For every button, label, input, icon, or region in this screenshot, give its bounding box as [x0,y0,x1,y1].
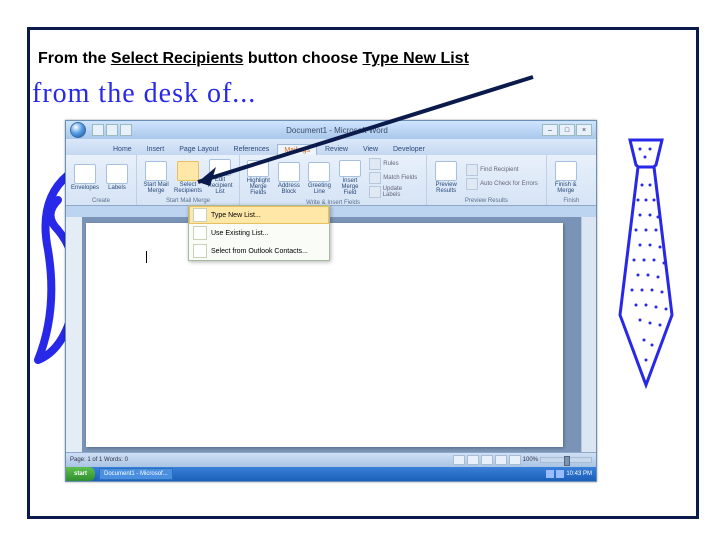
select-recipients-dropdown: Type New List... Use Existing List... Se… [188,205,330,261]
highlight-merge-fields-button[interactable]: Highlight Merge Fields [244,160,273,196]
qat-redo-icon[interactable] [120,124,132,136]
group-create-label: Create [70,197,132,204]
existing-list-icon [193,226,207,240]
tab-home[interactable]: Home [106,143,139,155]
rules-icon [369,158,381,170]
qat-undo-icon[interactable] [106,124,118,136]
greeting-line-button[interactable]: Greeting Line [305,160,334,196]
edit-recipient-list-button[interactable]: Edit Recipient List [205,159,235,195]
find-recipient-button[interactable]: Find Recipient [463,163,541,177]
qat-save-icon[interactable] [92,124,104,136]
envelopes-button[interactable]: Envelopes [70,159,100,195]
zoom-percent: 100% [523,457,538,463]
view-draft-icon[interactable] [509,455,521,465]
tray-icon[interactable] [556,470,564,478]
auto-check-errors-button[interactable]: Auto Check for Errors [463,177,541,191]
labels-icon [106,164,128,184]
group-finish-label: Finish [551,197,592,204]
group-start-label: Start Mail Merge [141,197,235,204]
mail-merge-icon [145,161,167,181]
maximize-button[interactable]: □ [559,124,575,136]
dropdown-type-new-list[interactable]: Type New List... [189,206,329,224]
outlook-icon [193,244,207,258]
tab-references[interactable]: References [227,143,277,155]
title-bar: Document1 - Microsoft Word – □ × [66,121,596,139]
view-full-screen-icon[interactable] [467,455,479,465]
ribbon: Envelopes Labels Create Start Mail Merge… [66,155,596,206]
window-title: Document1 - Microsoft Word [136,126,538,135]
update-icon [369,186,380,198]
ribbon-tabs: Home Insert Page Layout References Maili… [66,139,596,155]
tab-view[interactable]: View [356,143,385,155]
view-print-layout-icon[interactable] [453,455,465,465]
edit-list-icon [209,159,231,176]
highlight-icon [247,160,269,177]
insert-merge-field-button[interactable]: Insert Merge Field [336,160,365,196]
status-bar: Page: 1 of 1 Words: 0 100% [66,452,596,467]
dropdown-outlook-contacts[interactable]: Select from Outlook Contacts... [189,242,329,260]
from-the-desk-of-heading: from the desk of... [32,78,256,110]
preview-results-button[interactable]: Preview Results [431,159,461,195]
necktie-decoration [610,135,682,395]
check-icon [466,178,478,190]
update-labels-button[interactable]: Update Labels [366,185,422,199]
start-mail-merge-button[interactable]: Start Mail Merge [141,159,171,195]
office-button[interactable] [70,122,86,138]
vertical-scrollbar[interactable] [581,217,596,453]
zoom-slider[interactable] [540,457,592,463]
match-fields-button[interactable]: Match Fields [366,171,422,185]
finish-icon [555,161,577,181]
match-icon [369,172,381,184]
view-web-layout-icon[interactable] [481,455,493,465]
word-window: Document1 - Microsoft Word – □ × Home In… [65,120,597,482]
tab-page-layout[interactable]: Page Layout [172,143,225,155]
select-recipients-button[interactable]: Select Recipients [173,159,203,195]
windows-taskbar: start Document1 - Microsof... 10:43 PM [66,467,596,481]
view-outline-icon[interactable] [495,455,507,465]
group-preview-label: Preview Results [431,197,542,204]
dropdown-use-existing-list[interactable]: Use Existing List... [189,224,329,242]
taskbar-word-button[interactable]: Document1 - Microsof... [99,468,173,480]
rules-button[interactable]: Rules [366,157,422,171]
labels-button[interactable]: Labels [102,159,132,195]
tab-mailings[interactable]: Mailings [277,144,317,155]
instruction-text: From the Select Recipients button choose… [38,50,469,68]
tab-review[interactable]: Review [318,143,355,155]
minimize-button[interactable]: – [542,124,558,136]
address-block-button[interactable]: Address Block [275,160,304,196]
start-button[interactable]: start [66,467,95,481]
envelope-icon [74,164,96,184]
system-tray: 10:43 PM [542,470,596,478]
quick-access-toolbar [92,124,132,136]
greeting-icon [308,162,330,182]
recipients-icon [177,161,199,181]
tab-developer[interactable]: Developer [386,143,432,155]
address-icon [278,162,300,182]
vertical-ruler [66,217,82,453]
finish-merge-button[interactable]: Finish & Merge [551,159,581,195]
find-icon [466,164,478,176]
new-list-icon [193,208,207,222]
preview-icon [435,161,457,181]
tab-insert[interactable]: Insert [140,143,172,155]
document-area [66,217,596,453]
clock: 10:43 PM [566,471,592,477]
tray-icon[interactable] [546,470,554,478]
insert-field-icon [339,160,361,177]
text-cursor [146,251,147,263]
close-button[interactable]: × [576,124,592,136]
status-page-info: Page: 1 of 1 Words: 0 [70,457,128,463]
